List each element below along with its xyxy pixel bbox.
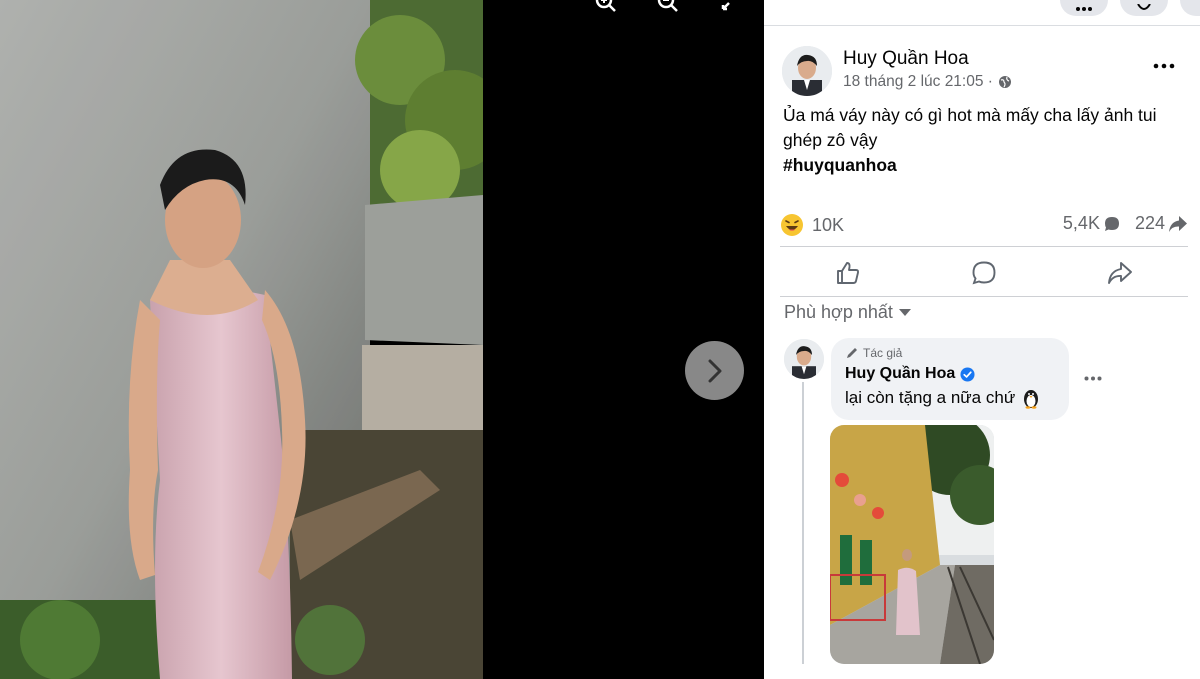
comment-photo-illustration	[830, 425, 994, 664]
comment-button[interactable]	[924, 254, 1044, 292]
post-options-button[interactable]	[1150, 56, 1178, 76]
globe-icon	[998, 76, 1011, 88]
stats-divider	[780, 246, 1188, 247]
avatar[interactable]	[782, 46, 832, 96]
engagement-counts: 5,4K 224	[1063, 213, 1188, 234]
share-count[interactable]: 224	[1135, 213, 1188, 234]
chevron-right-icon	[708, 359, 721, 382]
menu-button[interactable]	[1060, 0, 1108, 16]
comment-author-name: Huy Quần Hoa	[845, 365, 956, 382]
actions-divider	[780, 296, 1188, 297]
comment-count-value: 5,4K	[1062, 213, 1100, 233]
fullscreen-icon[interactable]	[714, 0, 746, 18]
panel-top-buttons	[1060, 0, 1200, 16]
comment-bubble: Tác giả Huy Quần Hoa lại còn tặng a nữa …	[831, 338, 1069, 420]
laughing-emoji-icon	[781, 214, 803, 236]
post-meta: 18 tháng 2 lúc 21:05 ·	[843, 73, 1012, 91]
post-text: Ủa má váy này có gì hot mà mấy cha lấy ả…	[783, 105, 1157, 150]
comment-sort-label: Phù hợp nhất	[784, 302, 893, 322]
share-arrow-icon	[1108, 262, 1132, 284]
next-photo-button[interactable]	[685, 341, 744, 400]
post-actions	[780, 254, 1188, 292]
reaction-summary[interactable]: 10K	[780, 213, 844, 237]
photo-viewer	[0, 0, 764, 679]
messenger-icon	[1137, 4, 1151, 10]
zoom-in-icon[interactable]	[590, 0, 622, 18]
messenger-button[interactable]	[1120, 0, 1168, 16]
comment-photo[interactable]	[830, 425, 994, 664]
penguin-emoji-icon	[1024, 390, 1039, 409]
speech-bubble-icon	[1104, 216, 1119, 231]
pen-icon	[847, 348, 857, 358]
comment-text-row: lại còn tặng a nữa chứ	[845, 387, 1055, 409]
post-timestamp[interactable]: 18 tháng 2 lúc 21:05 ·	[843, 73, 993, 91]
comment-author[interactable]: Huy Quần Hoa	[845, 365, 1055, 383]
zoom-out-icon[interactable]	[652, 0, 684, 18]
avatar-image	[782, 46, 832, 96]
post-caption: Ủa má váy này có gì hot mà mấy cha lấy ả…	[783, 103, 1183, 178]
photo-illustration	[0, 0, 483, 679]
share-arrow-icon	[1169, 215, 1187, 232]
post-hashtag[interactable]: #huyquanhoa	[783, 153, 1183, 178]
post-panel: Huy Quần Hoa 18 tháng 2 lúc 21:05 · Ủa m…	[764, 0, 1200, 679]
notifications-button[interactable]	[1180, 0, 1200, 16]
share-count-value: 224	[1134, 213, 1165, 233]
post-stats: 10K 5,4K 224	[780, 211, 1188, 241]
more-dots-icon	[1084, 376, 1102, 380]
post-author[interactable]: Huy Quần Hoa	[843, 48, 969, 70]
comment-text: lại còn tặng a nữa chứ	[845, 388, 1016, 407]
verified-badge-icon	[960, 366, 975, 382]
share-button[interactable]	[1060, 254, 1180, 292]
author-badge: Tác giả	[845, 346, 1055, 360]
caret-down-icon	[898, 308, 911, 316]
post-photo[interactable]	[0, 0, 483, 679]
thumbs-up-icon	[837, 262, 860, 284]
comment-count[interactable]: 5,4K	[1063, 213, 1121, 234]
viewer-toolbar	[590, 0, 746, 18]
comment-options-button[interactable]	[1080, 370, 1106, 386]
reaction-count: 10K	[812, 214, 845, 235]
post-header: Huy Quần Hoa 18 tháng 2 lúc 21:05 ·	[782, 46, 1182, 96]
comment-sort-dropdown[interactable]: Phù hợp nhất	[784, 302, 911, 323]
like-button[interactable]	[788, 254, 908, 292]
more-dots-icon	[1153, 63, 1175, 69]
reply-thread-line	[802, 382, 804, 664]
panel-divider	[764, 25, 1200, 26]
avatar-image	[784, 339, 824, 379]
grid-menu-icon	[1076, 7, 1092, 11]
author-badge-label: Tác giả	[863, 346, 903, 360]
comment-avatar[interactable]	[784, 339, 824, 379]
speech-bubble-icon	[972, 261, 996, 285]
